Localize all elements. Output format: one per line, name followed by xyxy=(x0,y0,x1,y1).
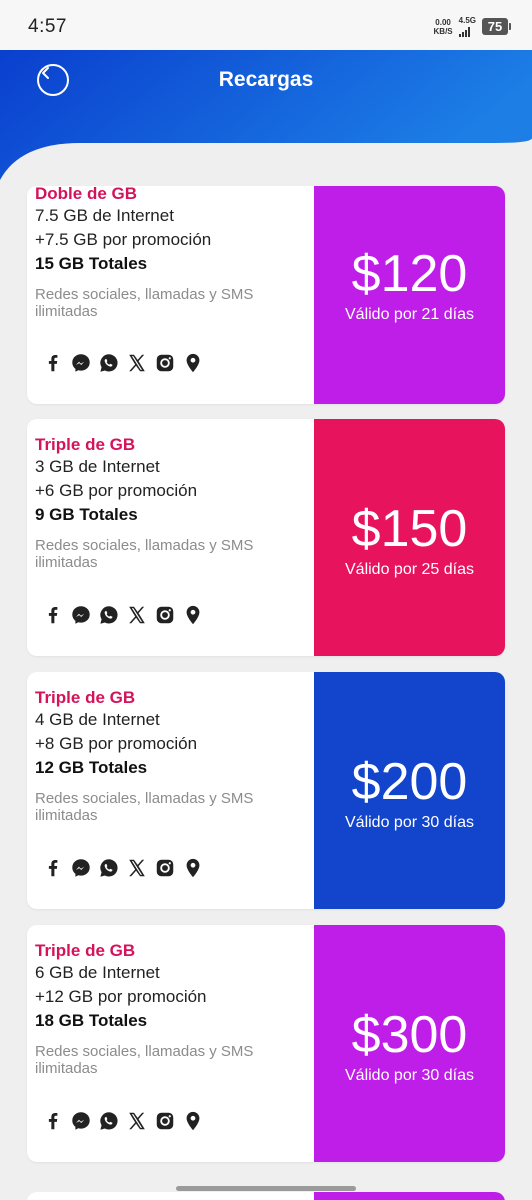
plan-internet: 6 GB de Internet xyxy=(35,963,160,982)
header: Recargas xyxy=(0,50,532,200)
plan-validity: Válido por 25 días xyxy=(345,561,474,578)
instagram-icon xyxy=(156,859,174,877)
location-pin-icon xyxy=(186,1111,200,1131)
network-speed: 0.00 KB/S xyxy=(434,18,453,36)
plan-total: 18 GB Totales xyxy=(35,1011,148,1030)
plan-price: $300 xyxy=(351,1006,468,1064)
plan-perks: Redes sociales, llamadas y SMS ilimitada… xyxy=(35,1043,254,1077)
plan-internet: 4 GB de Internet xyxy=(35,710,160,729)
plan-promo: +8 GB por promoción xyxy=(35,734,198,753)
x-icon xyxy=(129,354,145,372)
plan-card[interactable]: Doble de GB 7.5 GB de Internet +7.5 GB p… xyxy=(27,186,505,404)
plan-validity: Válido por 30 días xyxy=(345,1067,474,1084)
plan-card[interactable]: Triple de GB 6 GB de Internet +12 GB por… xyxy=(27,925,505,1162)
plan-internet: 7.5 GB de Internet xyxy=(35,206,174,225)
facebook-icon xyxy=(48,1113,58,1130)
social-icons xyxy=(42,857,204,879)
signal-icon xyxy=(458,27,476,37)
social-icons xyxy=(42,1110,204,1132)
plan-title: Triple de GB xyxy=(35,941,136,960)
location-pin-icon xyxy=(186,353,200,373)
whatsapp-icon xyxy=(100,606,118,624)
plan-card-partial[interactable] xyxy=(27,1192,505,1200)
network-speed-unit: KB/S xyxy=(433,26,453,36)
instagram-icon xyxy=(156,606,174,624)
plan-internet: 3 GB de Internet xyxy=(35,457,160,476)
plan-promo: +7.5 GB por promoción xyxy=(35,230,212,249)
messenger-icon xyxy=(72,859,90,877)
network-indicator: 4.5G xyxy=(458,16,476,37)
status-icons: 0.00 KB/S 4.5G 75 xyxy=(434,16,511,37)
plan-validity: Válido por 30 días xyxy=(345,814,474,831)
whatsapp-icon xyxy=(100,1112,118,1130)
plan-card[interactable]: Triple de GB 4 GB de Internet +8 GB por … xyxy=(27,672,505,909)
plan-title: Triple de GB xyxy=(35,688,136,707)
network-type: 4.5G xyxy=(458,16,476,25)
social-icons xyxy=(42,352,204,374)
plan-price: $200 xyxy=(351,753,468,811)
social-icons xyxy=(42,604,204,626)
home-indicator[interactable] xyxy=(176,1186,356,1191)
price-panel-partial xyxy=(314,1192,505,1200)
page-title: Recargas xyxy=(218,68,314,91)
price-panel[interactable]: $150 Válido por 25 días xyxy=(314,419,505,656)
messenger-icon xyxy=(72,354,90,372)
facebook-icon xyxy=(48,355,58,372)
location-pin-icon xyxy=(186,605,200,625)
plan-total: 15 GB Totales xyxy=(35,254,148,273)
plan-price: $120 xyxy=(351,245,468,303)
status-time: 4:57 xyxy=(28,16,67,37)
x-icon xyxy=(129,859,145,877)
plan-price: $150 xyxy=(351,500,468,558)
plan-perks: Redes sociales, llamadas y SMS ilimitada… xyxy=(35,790,254,824)
whatsapp-icon xyxy=(100,354,118,372)
location-pin-icon xyxy=(186,858,200,878)
status-bar: 4:57 0.00 KB/S 4.5G 75 xyxy=(0,0,532,50)
plan-validity: Válido por 21 días xyxy=(345,306,474,323)
price-panel[interactable]: $120 Válido por 21 días xyxy=(314,186,505,404)
x-icon xyxy=(129,606,145,624)
plan-perks: Redes sociales, llamadas y SMS ilimitada… xyxy=(35,537,254,571)
messenger-icon xyxy=(72,606,90,624)
plan-promo: +12 GB por promoción xyxy=(35,987,207,1006)
plan-perks: Redes sociales, llamadas y SMS ilimitada… xyxy=(35,286,254,320)
price-panel[interactable]: $300 Válido por 30 días xyxy=(314,925,505,1162)
x-icon xyxy=(129,1112,145,1130)
instagram-icon xyxy=(156,354,174,372)
facebook-icon xyxy=(48,607,58,624)
plan-card[interactable]: Triple de GB 3 GB de Internet +6 GB por … xyxy=(27,419,505,656)
facebook-icon xyxy=(48,860,58,877)
plan-title: Triple de GB xyxy=(35,435,136,454)
battery-icon: 75 xyxy=(482,18,511,35)
plan-title: Doble de GB xyxy=(35,186,138,203)
network-speed-value: 0.00 xyxy=(435,17,451,27)
plan-promo: +6 GB por promoción xyxy=(35,481,198,500)
messenger-icon xyxy=(72,1112,90,1130)
instagram-icon xyxy=(156,1112,174,1130)
plan-total: 9 GB Totales xyxy=(35,505,138,524)
whatsapp-icon xyxy=(100,859,118,877)
price-panel[interactable]: $200 Válido por 30 días xyxy=(314,672,505,909)
plan-total: 12 GB Totales xyxy=(35,758,148,777)
